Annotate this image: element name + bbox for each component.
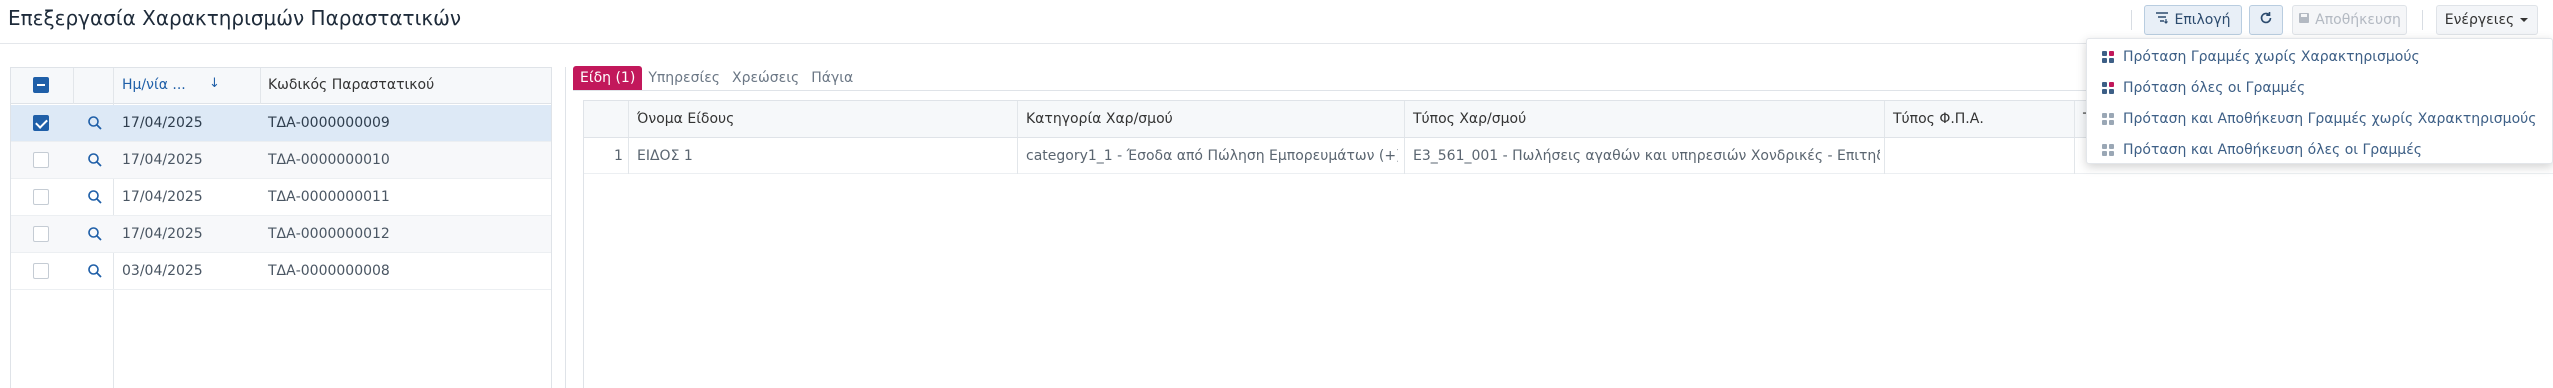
- tab-items[interactable]: Είδη (1): [573, 66, 643, 90]
- menu-grid-icon: [2102, 82, 2114, 94]
- document-date: 17/04/2025: [122, 152, 203, 168]
- document-code: ΤΔΑ-0000000010: [268, 152, 390, 168]
- search-icon[interactable]: [87, 226, 103, 242]
- item-category[interactable]: category1_1 - Έσοδα από Πώληση Εμπορευμά…: [1026, 148, 1398, 164]
- menu-grid-icon: [2102, 51, 2114, 63]
- column-divider: [73, 68, 74, 104]
- column-divider: [1884, 138, 1885, 174]
- row-checkbox[interactable]: [33, 115, 49, 131]
- save-icon: [2298, 12, 2310, 28]
- save-button[interactable]: Αποθήκευση: [2292, 5, 2407, 35]
- document-row[interactable]: 03/04/2025 ΤΔΑ-0000000008: [11, 253, 551, 290]
- row-checkbox[interactable]: [33, 263, 49, 279]
- document-code: ΤΔΑ-0000000009: [268, 115, 390, 131]
- document-row[interactable]: 17/04/2025 ΤΔΑ-0000000010: [11, 142, 551, 179]
- search-icon[interactable]: [87, 115, 103, 131]
- column-header-date[interactable]: Ημ/νία ...: [122, 77, 186, 93]
- menu-item-suggest-all[interactable]: Πρόταση όλες οι Γραμμές: [2087, 73, 2552, 103]
- column-divider: [2074, 101, 2075, 137]
- item-name: ΕΙΔΟΣ 1: [637, 148, 693, 164]
- tab-charges[interactable]: Χρεώσεις: [726, 66, 805, 90]
- column-header-type[interactable]: Τύπος Χαρ/σμού: [1413, 111, 1526, 127]
- documents-grid: Ημ/νία ... ↓ Κωδικός Παραστατικού 17/04/…: [10, 67, 552, 388]
- detail-tabs: Είδη (1) Υπηρεσίες Χρεώσεις Πάγια: [573, 66, 859, 90]
- menu-item-label: Πρόταση όλες οι Γραμμές: [2123, 80, 2306, 96]
- menu-grid-icon: [2102, 113, 2114, 125]
- actions-button[interactable]: Ενέργειες: [2436, 5, 2538, 35]
- search-icon[interactable]: [87, 189, 103, 205]
- refresh-button[interactable]: [2249, 5, 2283, 35]
- column-divider: [1404, 101, 1405, 137]
- menu-item-suggest-save-uncharacterized[interactable]: Πρόταση και Αποθήκευση Γραμμές χωρίς Χαρ…: [2087, 104, 2552, 134]
- column-divider: [1017, 138, 1018, 174]
- actions-menu: Πρόταση Γραμμές χωρίς Χαρακτηρισμούς Πρό…: [2086, 38, 2553, 164]
- documents-grid-header: Ημ/νία ... ↓ Κωδικός Παραστατικού: [11, 68, 551, 104]
- refresh-icon: [2259, 11, 2273, 29]
- filter-icon: [2155, 12, 2169, 28]
- document-code: ΤΔΑ-0000000008: [268, 263, 390, 279]
- document-date: 17/04/2025: [122, 115, 203, 131]
- column-header-vat-type[interactable]: Τύπος Φ.Π.Α.: [1893, 111, 1984, 127]
- select-button[interactable]: Επιλογή: [2144, 5, 2242, 35]
- document-date: 17/04/2025: [122, 226, 203, 242]
- menu-item-suggest-save-all[interactable]: Πρόταση και Αποθήκευση όλες οι Γραμμές: [2087, 135, 2552, 165]
- row-checkbox[interactable]: [33, 226, 49, 242]
- column-divider: [1404, 138, 1405, 174]
- row-checkbox[interactable]: [33, 152, 49, 168]
- column-header-category[interactable]: Κατηγορία Χαρ/σμού: [1026, 111, 1173, 127]
- column-header-code[interactable]: Κωδικός Παραστατικού: [268, 77, 434, 93]
- caret-down-icon: [2519, 12, 2529, 28]
- document-date: 17/04/2025: [122, 189, 203, 205]
- column-divider: [628, 138, 629, 174]
- column-divider: [628, 101, 629, 137]
- row-checkbox[interactable]: [33, 189, 49, 205]
- page-title: Επεξεργασία Χαρακτηρισμών Παραστατικών: [8, 6, 462, 30]
- menu-item-suggest-uncharacterized[interactable]: Πρόταση Γραμμές χωρίς Χαρακτηρισμούς: [2087, 42, 2552, 72]
- item-type[interactable]: E3_561_001 - Πωλήσεις αγαθών και υπηρεσι…: [1413, 148, 1880, 164]
- menu-item-label: Πρόταση Γραμμές χωρίς Χαρακτηρισμούς: [2123, 49, 2420, 65]
- save-button-label: Αποθήκευση: [2315, 12, 2401, 28]
- menu-grid-icon: [2102, 144, 2114, 156]
- document-row[interactable]: 17/04/2025 ΤΔΑ-0000000011: [11, 179, 551, 216]
- tab-fixed-assets[interactable]: Πάγια: [805, 66, 859, 90]
- document-code: ΤΔΑ-0000000012: [268, 226, 390, 242]
- document-row[interactable]: 17/04/2025 ΤΔΑ-0000000009: [11, 105, 551, 142]
- document-row[interactable]: 17/04/2025 ΤΔΑ-0000000012: [11, 216, 551, 253]
- menu-item-label: Πρόταση και Αποθήκευση όλες οι Γραμμές: [2123, 142, 2422, 158]
- column-divider: [260, 68, 261, 104]
- sort-desc-icon[interactable]: ↓: [209, 76, 220, 91]
- pane-splitter[interactable]: [565, 67, 566, 388]
- menu-item-label: Πρόταση και Αποθήκευση Γραμμές χωρίς Χαρ…: [2123, 111, 2537, 127]
- actions-button-label: Ενέργειες: [2444, 12, 2515, 28]
- column-divider: [1884, 101, 1885, 137]
- document-code: ΤΔΑ-0000000011: [268, 189, 390, 205]
- tab-services[interactable]: Υπηρεσίες: [642, 66, 726, 90]
- toolbar-separator: [2422, 10, 2423, 30]
- select-all-checkbox[interactable]: [33, 77, 49, 93]
- toolbar-separator: [2131, 10, 2132, 30]
- column-divider: [2074, 138, 2075, 174]
- page: Επεξεργασία Χαρακτηρισμών Παραστατικών Ε…: [0, 0, 2553, 388]
- item-index: 1: [614, 148, 623, 164]
- column-header-item-name[interactable]: Όνομα Είδους: [637, 111, 734, 127]
- document-date: 03/04/2025: [122, 263, 203, 279]
- search-icon[interactable]: [87, 263, 103, 279]
- select-button-label: Επιλογή: [2174, 12, 2231, 28]
- search-icon[interactable]: [87, 152, 103, 168]
- column-divider: [1017, 101, 1018, 137]
